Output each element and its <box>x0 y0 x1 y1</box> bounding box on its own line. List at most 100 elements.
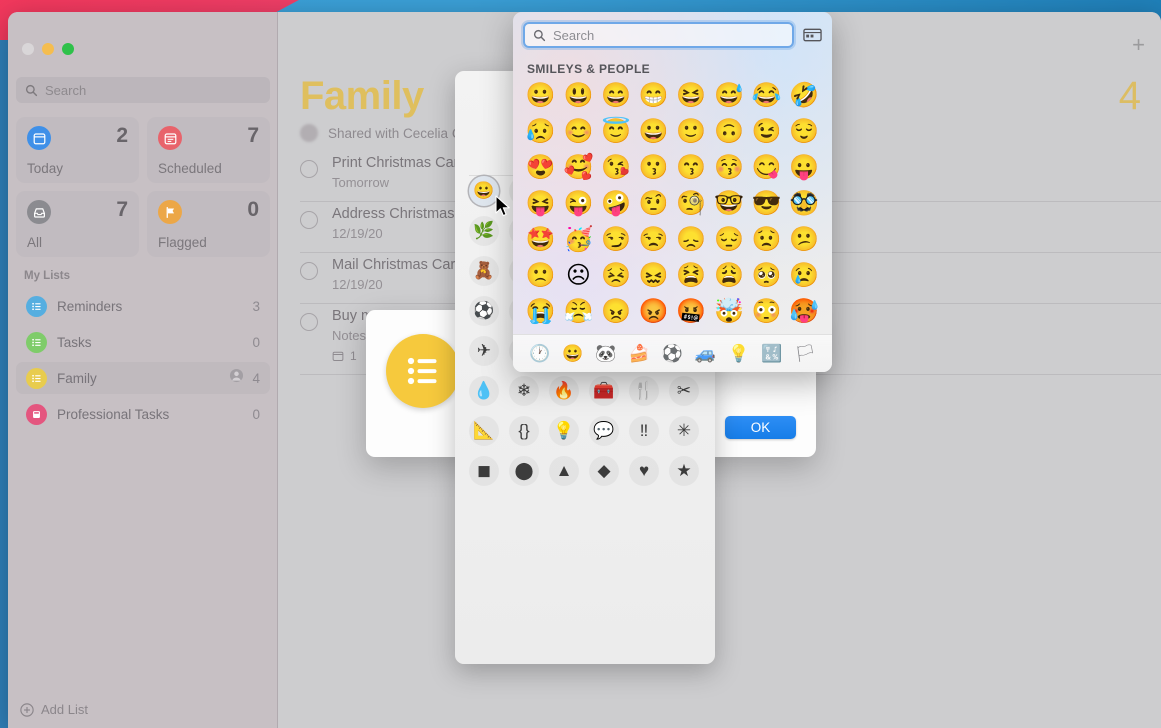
symbol-cell[interactable]: 💧 <box>464 371 504 411</box>
symbol-cell[interactable]: ⚽ <box>464 291 504 331</box>
emoji-cell[interactable]: 🙁 <box>522 258 560 294</box>
emoji-cell[interactable]: 😥 <box>522 114 560 150</box>
sidebar-item-professional-tasks[interactable]: Professional Tasks 0 <box>16 398 270 430</box>
keyboard-icon[interactable] <box>802 26 822 44</box>
recents-tab[interactable]: 🕐 <box>529 344 550 364</box>
symbols-tab[interactable]: 🔣 <box>761 344 782 364</box>
emoji-cell[interactable]: 😢 <box>785 258 823 294</box>
add-reminder-button[interactable]: + <box>1132 34 1145 56</box>
food-tab[interactable]: 🍰 <box>629 344 650 364</box>
complete-checkbox[interactable] <box>300 211 318 229</box>
close-button[interactable] <box>22 43 34 55</box>
emoji-cell[interactable]: 😩 <box>710 258 748 294</box>
emoji-cell[interactable]: 😫 <box>673 258 711 294</box>
emoji-cell[interactable]: 😝 <box>522 186 560 222</box>
symbol-cell[interactable]: ♥ <box>624 451 664 491</box>
symbol-cell[interactable]: ▲ <box>544 451 584 491</box>
symbol-cell[interactable]: ★ <box>664 451 704 491</box>
emoji-cell[interactable]: 😛 <box>785 150 823 186</box>
emoji-cell[interactable]: 🤨 <box>635 186 673 222</box>
emoji-cell[interactable]: 😠 <box>597 294 635 330</box>
symbol-cell[interactable]: ✳ <box>664 411 704 451</box>
smart-tile-all[interactable]: 7 All <box>16 191 139 257</box>
emoji-cell[interactable]: 😔 <box>710 222 748 258</box>
emoji-search-input[interactable]: Search <box>523 22 794 48</box>
add-list-button[interactable]: Add List <box>20 702 88 717</box>
emoji-cell[interactable]: 😣 <box>597 258 635 294</box>
emoji-cell[interactable]: 😏 <box>597 222 635 258</box>
emoji-cell[interactable]: 😅 <box>710 78 748 114</box>
symbol-cell[interactable]: ◆ <box>584 451 624 491</box>
symbol-cell[interactable]: ✂ <box>664 371 704 411</box>
emoji-cell[interactable]: 🙃 <box>710 114 748 150</box>
zoom-button[interactable] <box>62 43 74 55</box>
emoji-cell[interactable]: 😎 <box>748 186 786 222</box>
emoji-cell[interactable]: 😄 <box>597 78 635 114</box>
emoji-cell[interactable]: 😖 <box>635 258 673 294</box>
emoji-cell[interactable]: 😋 <box>748 150 786 186</box>
emoji-cell[interactable]: 🥰 <box>560 150 598 186</box>
emoji-cell[interactable]: 😀 <box>522 78 560 114</box>
symbol-cell[interactable]: ⬤ <box>504 451 544 491</box>
emoji-cell[interactable]: 😡 <box>635 294 673 330</box>
emoji-cell[interactable]: 😭 <box>522 294 560 330</box>
emoji-cell[interactable]: 😒 <box>635 222 673 258</box>
complete-checkbox[interactable] <box>300 313 318 331</box>
travel-tab[interactable]: 🚙 <box>695 344 716 364</box>
emoji-cell[interactable]: 😚 <box>710 150 748 186</box>
emoji-cell[interactable]: 🥸 <box>785 186 823 222</box>
emoji-cell[interactable]: 😟 <box>748 222 786 258</box>
emoji-cell[interactable]: 😘 <box>597 150 635 186</box>
window-controls[interactable] <box>22 43 74 55</box>
list-emoji-preview-button[interactable] <box>386 334 460 408</box>
animals-tab[interactable]: 🐼 <box>595 344 616 364</box>
symbol-cell[interactable]: {} <box>504 411 544 451</box>
symbol-cell[interactable]: 🔥 <box>544 371 584 411</box>
emoji-cell[interactable]: ☹ <box>560 258 598 294</box>
emoji-cell[interactable]: 🤓 <box>710 186 748 222</box>
emoji-cell[interactable]: 😕 <box>785 222 823 258</box>
emoji-cell[interactable]: 🙂 <box>673 114 711 150</box>
smileys-tab[interactable]: 😀 <box>562 344 583 364</box>
emoji-cell[interactable]: 😂 <box>748 78 786 114</box>
emoji-cell[interactable]: 🥳 <box>560 222 598 258</box>
emoji-cell[interactable]: 😃 <box>560 78 598 114</box>
complete-checkbox[interactable] <box>300 262 318 280</box>
emoji-cell[interactable]: 😌 <box>785 114 823 150</box>
symbol-cell[interactable]: 🧰 <box>584 371 624 411</box>
shared-with-row[interactable]: Shared with Cecelia C <box>300 124 462 142</box>
emoji-cell[interactable]: 😆 <box>673 78 711 114</box>
emoji-cell[interactable]: 😳 <box>748 294 786 330</box>
sidebar-item-tasks[interactable]: Tasks 0 <box>16 326 270 358</box>
emoji-cell[interactable]: 😍 <box>522 150 560 186</box>
minimize-button[interactable] <box>42 43 54 55</box>
symbol-cell[interactable]: ✈ <box>464 331 504 371</box>
emoji-cell[interactable]: 😞 <box>673 222 711 258</box>
emoji-cell[interactable]: 😗 <box>635 150 673 186</box>
ok-button[interactable]: OK <box>725 416 796 439</box>
symbol-cell[interactable]: 📐 <box>464 411 504 451</box>
emoji-cell[interactable]: 🥺 <box>748 258 786 294</box>
emoji-cell[interactable]: 😉 <box>748 114 786 150</box>
symbol-cell[interactable]: ◼ <box>464 451 504 491</box>
emoji-cell[interactable]: 🤣 <box>785 78 823 114</box>
emoji-cell[interactable]: 🤬 <box>673 294 711 330</box>
emoji-cell[interactable]: 😀 <box>635 114 673 150</box>
emoji-cell[interactable]: 🥵 <box>785 294 823 330</box>
symbol-cell[interactable]: 🍴 <box>624 371 664 411</box>
emoji-cell[interactable]: 😙 <box>673 150 711 186</box>
emoji-cell[interactable]: 🤪 <box>597 186 635 222</box>
smart-tile-today[interactable]: 2 Today <box>16 117 139 183</box>
emoji-cell[interactable]: 🤩 <box>522 222 560 258</box>
emoji-cell[interactable]: 😊 <box>560 114 598 150</box>
emoji-cell[interactable]: 😁 <box>635 78 673 114</box>
emoji-cell[interactable]: 🧐 <box>673 186 711 222</box>
objects-tab[interactable]: 💡 <box>728 344 749 364</box>
symbol-cell[interactable]: 🧸 <box>464 251 504 291</box>
complete-checkbox[interactable] <box>300 160 318 178</box>
smart-tile-scheduled[interactable]: 7 Scheduled <box>147 117 270 183</box>
smart-tile-flagged[interactable]: 0 Flagged <box>147 191 270 257</box>
symbol-cell[interactable]: 💬 <box>584 411 624 451</box>
sidebar-item-reminders[interactable]: Reminders 3 <box>16 290 270 322</box>
flags-tab[interactable]: 🏳 <box>794 344 816 364</box>
